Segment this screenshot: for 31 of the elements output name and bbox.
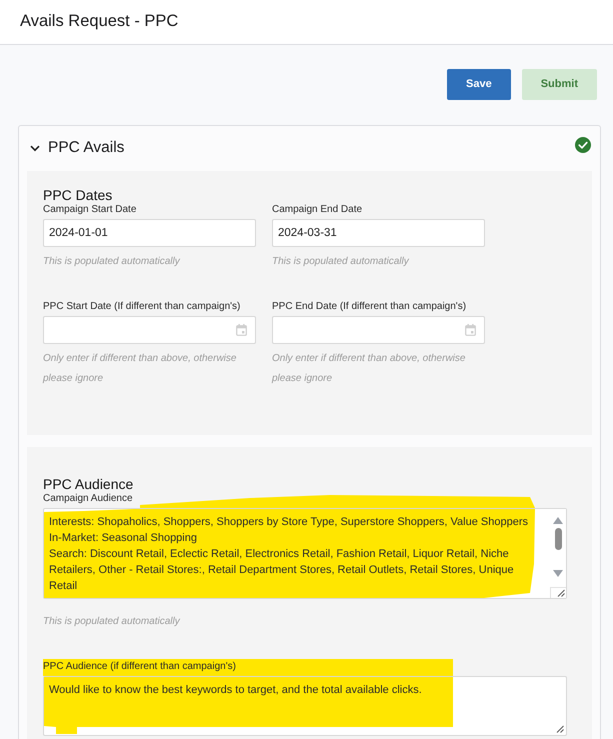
resize-grip-icon (555, 724, 564, 733)
input-field[interactable]: 2024-01-01 (43, 219, 256, 247)
panel-title: PPC Dates (43, 187, 114, 204)
help-text: This is populated automatically (43, 615, 182, 629)
date-field[interactable] (272, 316, 485, 344)
help-text: Only enter if different than above, otherwise please ignore (43, 352, 238, 386)
date-field[interactable] (43, 316, 256, 344)
panel-title: PPC Audience (43, 476, 134, 493)
chevron-icon (30, 144, 40, 152)
resize-grip-icon (556, 588, 565, 597)
calendar-icon (236, 324, 247, 336)
scroll-thumb[interactable] (554, 528, 562, 550)
calendar-icon (465, 324, 476, 336)
input-field[interactable]: 2024-03-31 (272, 219, 485, 247)
textarea-field[interactable]: Interests: Shopaholics, Shoppers, Shoppers by Store Type, Superstore Shoppers, Value Shoppers In-Market: Seasonal Shopping Search: Discount Retail, Eclectic Retail, Electronics Retail, Fashion Retail, Liquor Retail, Niche Retailers, Other - Retail Stores:, Retail Department Stores, Retail Outlets, Retail Stores, Unique Retail (43, 508, 567, 599)
scrollbar[interactable] (550, 509, 566, 598)
help-text: Only enter if different than above, otherwise please ignore (272, 352, 466, 386)
field-label: Campaign Start Date (43, 204, 136, 217)
help-text: This is populated automatically (272, 255, 410, 269)
field-label: Campaign Audience (43, 493, 133, 506)
field-label: PPC Audience (if different than campaign's) (43, 659, 453, 676)
field-label: Campaign End Date (272, 204, 362, 217)
textarea-field[interactable]: Would like to know the best keywords to target, and the total available clicks. (43, 676, 567, 736)
help-text: This is populated automatically (43, 255, 182, 269)
field-label: PPC Start Date (If different than campaign's) (43, 301, 240, 314)
save-button[interactable]: Save (447, 69, 511, 100)
scroll-down-icon (553, 570, 563, 577)
section-toggle[interactable]: PPC Avails (27, 138, 124, 158)
field-label: PPC End Date (If different than campaign's) (272, 301, 466, 314)
page-title: Avails Request - PPC (20, 12, 178, 32)
scroll-up-icon (553, 517, 563, 524)
